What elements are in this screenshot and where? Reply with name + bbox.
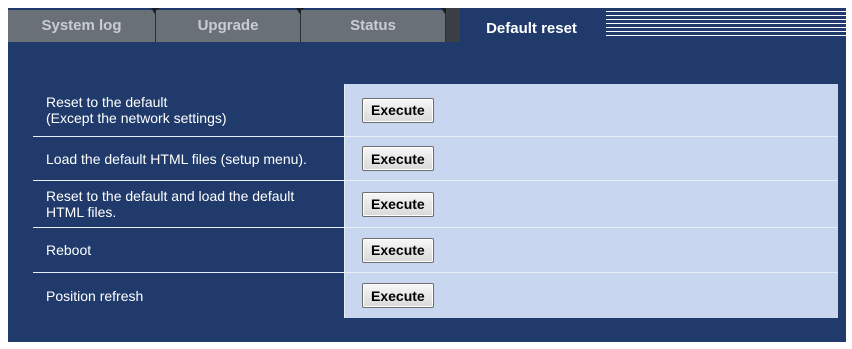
row-label: Reset to the default (Except the network…	[33, 84, 344, 136]
execute-button[interactable]: Execute	[362, 283, 434, 308]
row-value: Execute	[344, 181, 838, 227]
tab-upgrade[interactable]: Upgrade	[156, 8, 304, 42]
execute-button[interactable]: Execute	[362, 97, 434, 123]
tab-default-reset[interactable]: Default reset	[460, 14, 603, 42]
row-label-line1: Reboot	[46, 242, 92, 258]
settings-page: System log Upgrade Status Default reset …	[0, 0, 852, 349]
row-value: Execute	[344, 228, 838, 272]
tab-bar-decoration	[606, 11, 846, 39]
table-row-reboot: Reboot Execute	[33, 228, 838, 273]
tab-status[interactable]: Status	[301, 8, 449, 42]
row-label-line1: Load the default HTML files (setup menu)…	[46, 150, 307, 167]
execute-button[interactable]: Execute	[362, 237, 434, 263]
execute-button[interactable]: Execute	[362, 146, 434, 171]
row-label-line2: HTML files.	[46, 204, 117, 220]
row-label: Load the default HTML files (setup menu)…	[33, 137, 344, 180]
row-label: Reboot	[33, 228, 344, 272]
tab-bar: System log Upgrade Status Default reset	[8, 8, 846, 42]
table-row-position-refresh: Position refresh Execute	[33, 273, 838, 318]
table-row-load-html: Load the default HTML files (setup menu)…	[33, 137, 838, 181]
table-row-reset-default: Reset to the default (Except the network…	[33, 84, 838, 137]
row-label-line1: Reset to the default	[46, 94, 168, 110]
table-row-reset-and-load: Reset to the default and load the defaul…	[33, 181, 838, 228]
row-label-line2: (Except the network settings)	[46, 110, 227, 126]
tab-divider	[446, 8, 460, 42]
reset-table: Reset to the default (Except the network…	[33, 84, 838, 318]
execute-button[interactable]: Execute	[362, 191, 434, 217]
row-label: Position refresh	[33, 273, 344, 318]
row-value: Execute	[344, 273, 838, 318]
row-label: Reset to the default and load the defaul…	[33, 181, 344, 227]
row-label-line1: Reset to the default and load the defaul…	[46, 188, 295, 204]
row-label-line1: Position refresh	[46, 287, 144, 304]
row-value: Execute	[344, 137, 838, 180]
tab-system-log[interactable]: System log	[8, 8, 159, 42]
row-value: Execute	[344, 84, 838, 136]
